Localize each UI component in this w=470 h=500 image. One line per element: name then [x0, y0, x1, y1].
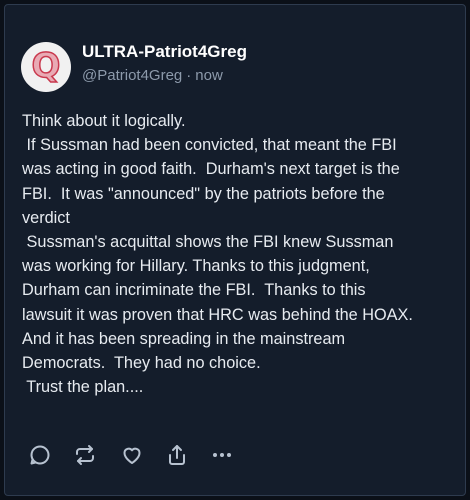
post-text-line: Trust the plan....	[22, 378, 144, 397]
share-button[interactable]	[164, 442, 190, 468]
post-text-line: FBI. It was "announced" by the patriots …	[22, 184, 385, 203]
avatar-logo: Q	[31, 46, 61, 86]
post-text-line: Think about it logically.	[22, 112, 186, 130]
more-icon	[213, 453, 231, 457]
post-text-line: lawsuit it was proven that HRC was behin…	[22, 305, 413, 324]
post-text-line: Sussman's acquittal shows the FBI knew S…	[22, 233, 394, 252]
like-button[interactable]	[119, 442, 145, 468]
avatar[interactable]: Q	[21, 42, 71, 92]
post-text-line: Durham can incriminate the FBI. Thanks t…	[22, 281, 366, 300]
post-card: Q ULTRA-Patriot4Greg @Patriot4Greg · now T…	[4, 4, 466, 496]
action-bar	[27, 442, 257, 468]
post-text-line: Democrats. They had no choice.	[22, 354, 261, 373]
repost-icon	[76, 445, 94, 465]
meta-separator: ·	[186, 67, 192, 84]
post-meta: @Patriot4Greg · now	[82, 67, 223, 84]
repost-button[interactable]	[72, 442, 98, 468]
author-handle[interactable]: @Patriot4Greg	[82, 67, 182, 84]
more-button[interactable]	[209, 442, 235, 468]
post-text-line: verdict	[22, 208, 70, 227]
post-text-line: If Sussman had been convicted, that mean…	[22, 136, 397, 155]
post-text-line: And it has been spreading in the mainstr…	[22, 329, 346, 348]
reply-icon	[30, 445, 50, 465]
author-name[interactable]: ULTRA-Patriot4Greg	[82, 42, 247, 62]
like-icon	[123, 447, 141, 464]
post-text-line: was working for Hillary. Thanks to this …	[22, 257, 370, 276]
post-time: now	[195, 67, 223, 84]
post-body: Think about it logically. If Sussman had…	[22, 109, 462, 399]
post-text-line: was acting in good faith. Durham's next …	[22, 160, 400, 179]
share-icon	[169, 445, 185, 465]
reply-button[interactable]	[27, 442, 53, 468]
